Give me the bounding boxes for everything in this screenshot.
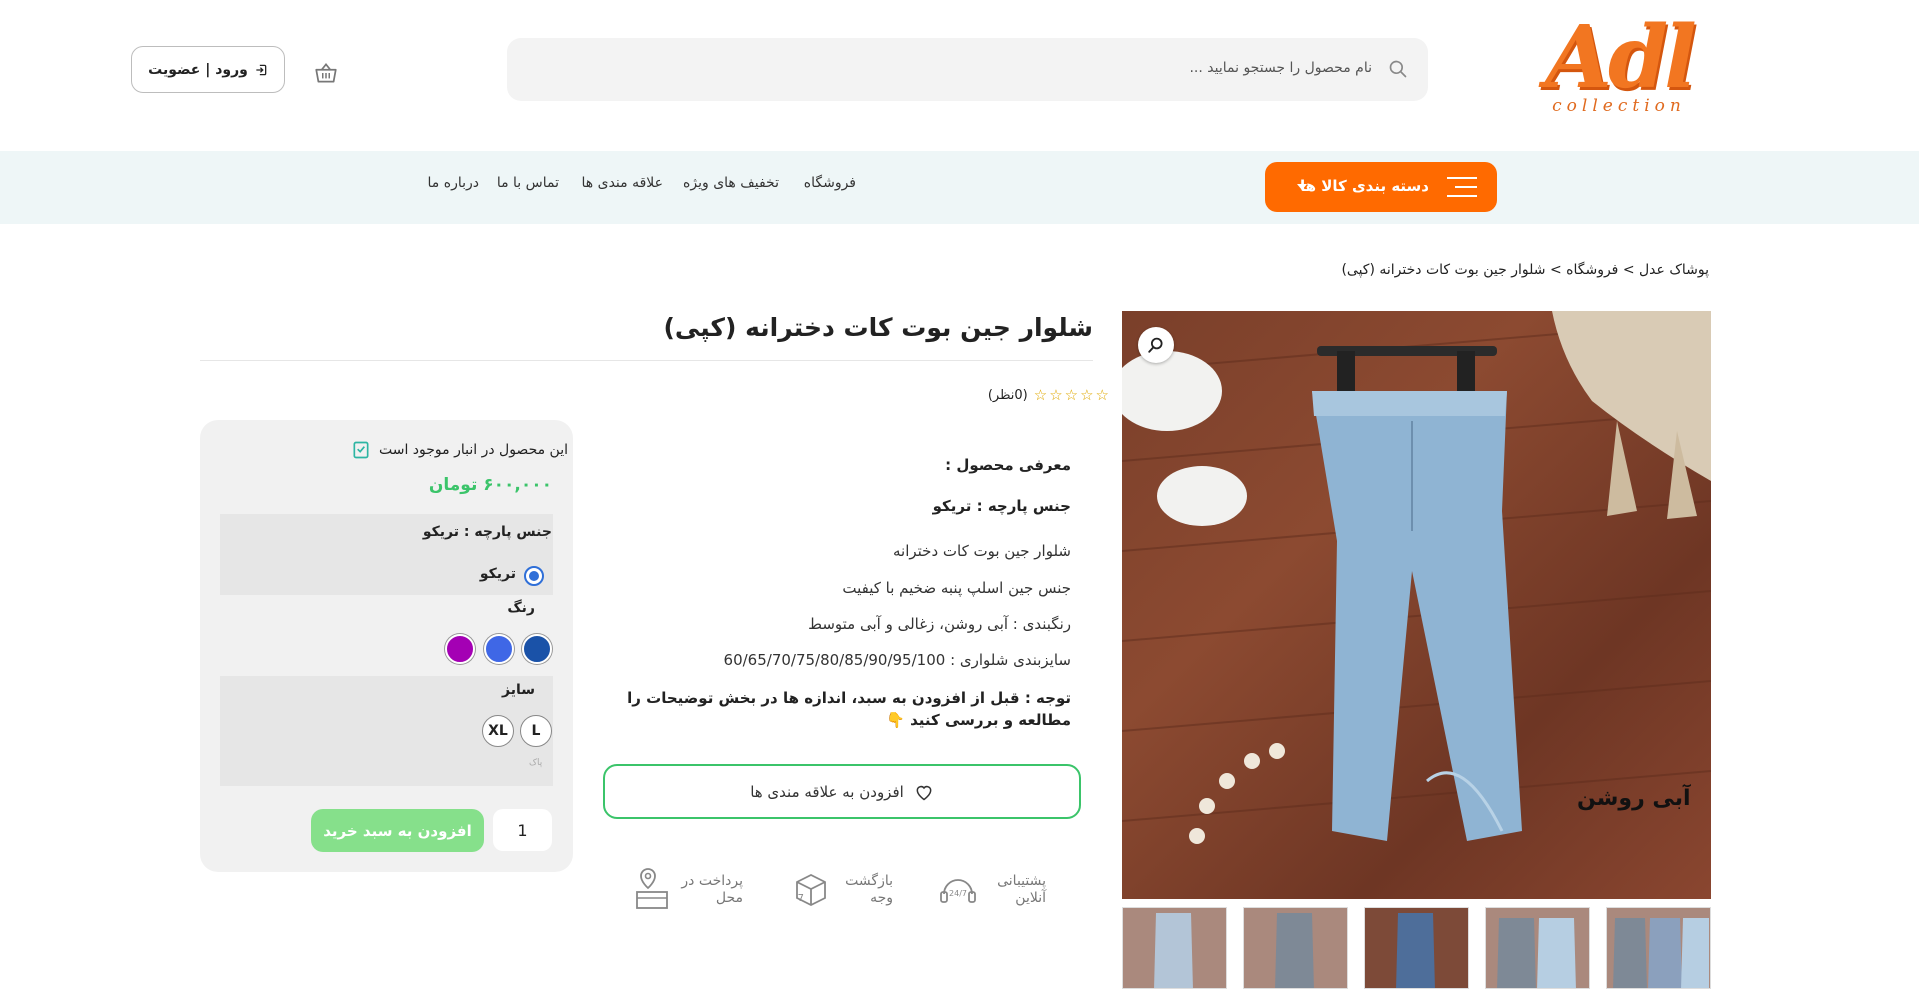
magnifier-icon <box>1148 337 1163 353</box>
cart-icon[interactable] <box>313 60 339 86</box>
thumbnail-photo <box>1607 908 1710 988</box>
add-to-wishlist-button[interactable]: افزودن به علاقه مندی ها <box>603 764 1081 819</box>
in-stock-icon <box>353 441 369 459</box>
divider <box>200 360 1093 361</box>
size-notice: توجه : قبل از افزودن به سبد، اندازه ها د… <box>627 689 1071 729</box>
fabric-option-label: جنس پارچه : تریکو <box>422 524 552 540</box>
feature-label: پرداخت در محل <box>681 873 743 906</box>
search-input[interactable]: نام محصول را جستجو نمایید ... <box>507 38 1428 101</box>
money-back-7-days-icon: 7 <box>796 873 826 907</box>
stock-text: این محصول در انبار موجود است <box>378 442 568 458</box>
color-swatch-blue[interactable] <box>484 634 514 664</box>
category-menu-label: دسته بندی کالا ها <box>1299 177 1429 195</box>
nav-link-wishlist[interactable]: علاقه مندی ها <box>582 175 663 191</box>
description-line: رنگبندی : آبی روشن، زغالی و آبی متوسط <box>808 615 1071 633</box>
description-line: شلوار جین بوت کات دخترانه <box>892 542 1071 560</box>
star-rating-icon: ☆☆☆☆☆ <box>1033 386 1111 404</box>
thumbnail-photo <box>1486 908 1589 988</box>
heart-icon <box>916 785 932 800</box>
login-icon <box>256 64 267 75</box>
image-caption: آبی روشن <box>1577 786 1691 811</box>
zoom-button[interactable] <box>1138 327 1174 363</box>
feature-pay-on-delivery: پرداخت در محل <box>629 868 743 912</box>
svg-text:7: 7 <box>798 893 804 904</box>
logo-text: Adl <box>1545 7 1697 108</box>
clear-selection-link[interactable]: پاک <box>529 758 542 768</box>
feature-label: پشتیبانی آنلاین <box>997 873 1046 906</box>
review-count: (0نظر) <box>987 387 1028 403</box>
breadcrumb[interactable]: پوشاک عدل > فروشگاه > شلوار جین بوت کات … <box>1341 262 1709 278</box>
size-label: سایز <box>502 682 535 698</box>
feature-label: بازگشت وجه <box>845 873 893 906</box>
product-thumbnail[interactable] <box>1122 907 1227 989</box>
size-option-xl[interactable]: XL <box>482 715 514 747</box>
menu-icon <box>1447 177 1477 197</box>
feature-online-support: پشتیبانی آنلاین 24/7 <box>936 868 1046 912</box>
nav-link-contact[interactable]: تماس با ما <box>497 175 559 191</box>
intro-heading: معرفی محصول : <box>945 456 1071 474</box>
description-line: جنس جین اسلپ پنبه ضخیم با کیفیت <box>842 579 1071 597</box>
thumbnail-photo <box>1123 908 1226 988</box>
svg-text:24/7: 24/7 <box>949 889 967 898</box>
product-price: ۶۰۰,۰۰۰ تومان <box>428 475 552 495</box>
login-label: ورود | عضویت <box>148 61 248 78</box>
fabric-option-text[interactable]: تریکو <box>480 566 516 582</box>
search-placeholder: نام محصول را جستجو نمایید ... <box>1189 60 1372 76</box>
product-main-image[interactable]: آبی روشن <box>1122 311 1711 899</box>
chevron-down-icon <box>1297 184 1307 190</box>
wishlist-label: افزودن به علاقه مندی ها <box>750 782 904 801</box>
product-thumbnail[interactable] <box>1243 907 1348 989</box>
nav-link-about[interactable]: درباره ما <box>428 175 479 191</box>
support-24-7-icon: 24/7 <box>940 879 976 903</box>
color-label: رنگ <box>507 600 535 616</box>
product-thumbnail[interactable] <box>1485 907 1590 989</box>
logo[interactable]: Adl collection <box>1519 10 1719 130</box>
nav-link-special-offers[interactable]: تخفیف های ویژه <box>683 175 779 191</box>
fabric-heading: جنس پارچه : تریکو <box>932 497 1071 515</box>
quantity-input[interactable]: 1 <box>493 809 552 851</box>
login-button[interactable]: ورود | عضویت <box>131 46 285 93</box>
size-option-l[interactable]: L <box>520 715 552 747</box>
color-swatch-dark-blue[interactable] <box>522 634 552 664</box>
product-title: شلوار جین بوت کات دخترانه (کپی) <box>663 313 1093 342</box>
product-thumbnail-active[interactable] <box>1364 907 1469 989</box>
category-menu-button[interactable]: دسته بندی کالا ها <box>1265 162 1497 212</box>
description-line: سایزبندی شلواری : 60/65/70/75/80/85/90/9… <box>723 651 1071 669</box>
stock-status: این محصول در انبار موجود است <box>351 440 568 460</box>
thumbnail-photo <box>1365 908 1468 988</box>
nav-bar <box>0 151 1919 224</box>
rating[interactable]: ☆☆☆☆☆ (0نظر) <box>988 386 1111 404</box>
product-thumbnail[interactable] <box>1606 907 1711 989</box>
nav-link-shop[interactable]: فروشگاه <box>804 175 856 191</box>
pay-on-delivery-icon <box>636 868 668 909</box>
search-icon <box>1389 60 1407 78</box>
thumbnail-photo <box>1244 908 1347 988</box>
color-swatch-purple[interactable] <box>445 634 475 664</box>
add-to-cart-button[interactable]: افزودن به سبد خرید <box>311 809 484 852</box>
fabric-radio[interactable] <box>524 566 544 586</box>
feature-money-back: بازگشت وجه 7 <box>789 868 893 912</box>
